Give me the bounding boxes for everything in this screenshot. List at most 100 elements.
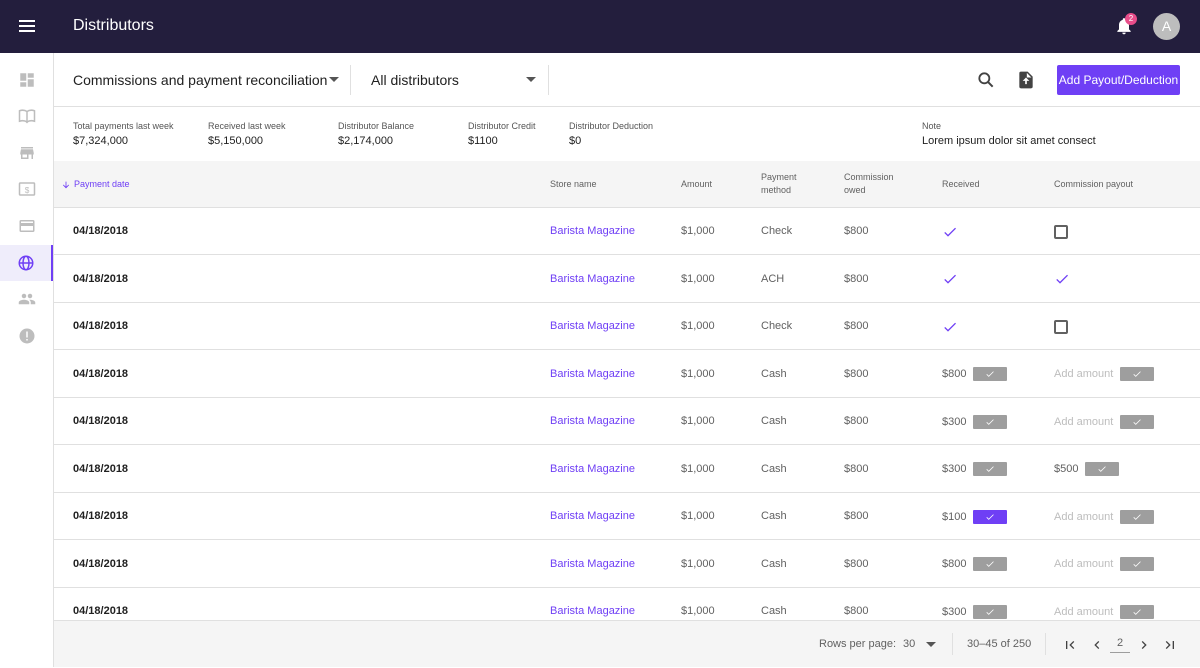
commission-payout-cell (1054, 208, 1068, 255)
credit-stat: Distributor Credit $1100 (468, 121, 536, 147)
nav-store[interactable] (0, 135, 53, 171)
stat-label: Distributor Balance (338, 121, 415, 131)
table-header: Payment date Store name Amount Payment m… (54, 161, 1200, 208)
commission-owed-cell: $800 (844, 557, 869, 570)
check-icon (1098, 466, 1107, 472)
received-amount[interactable]: $300 (942, 589, 966, 621)
nav-distributors[interactable] (0, 245, 53, 281)
column-header-payout[interactable]: Commission payout (1054, 178, 1133, 191)
menu-icon[interactable] (17, 17, 37, 35)
column-header-method[interactable]: Payment method (761, 171, 797, 197)
table-row[interactable]: 04/18/2018 Barista Magazine $1,000 Check $80… (54, 208, 1200, 255)
view-select-value: Commissions and payment reconciliation (73, 72, 328, 88)
table-row[interactable]: 04/18/2018 Barista Magazine $1,000 Cash $800… (54, 588, 1200, 620)
table-row[interactable]: 04/18/2018 Barista Magazine $1,000 Cash $800… (54, 493, 1200, 540)
store-name-link[interactable]: Barista Magazine (550, 256, 635, 303)
confirm-amount-button[interactable] (1120, 367, 1155, 381)
column-header-store[interactable]: Store name (550, 178, 597, 191)
received-amount[interactable]: $800 (942, 351, 966, 397)
payout-amount-input[interactable]: Add amount (1054, 494, 1113, 540)
confirm-amount-button[interactable] (973, 367, 1008, 381)
received-amount[interactable]: $800 (942, 541, 966, 587)
store-name-link[interactable]: Barista Magazine (550, 351, 635, 398)
nav-cards[interactable] (0, 208, 53, 244)
table-row[interactable]: 04/18/2018 Barista Magazine $1,000 Cash $800… (54, 398, 1200, 445)
first-page-icon[interactable] (1062, 637, 1078, 653)
store-icon (19, 147, 34, 159)
rows-per-page-value: 30 (903, 638, 916, 650)
last-page-icon[interactable] (1162, 637, 1178, 653)
nav-dashboard[interactable] (0, 62, 53, 98)
nav-people[interactable] (0, 281, 53, 317)
nav-catalog[interactable] (0, 98, 53, 134)
payout-amount-input[interactable]: Add amount (1054, 351, 1113, 397)
payout-checkbox[interactable] (1054, 319, 1068, 334)
confirm-amount-button[interactable] (1120, 414, 1155, 429)
table-row[interactable]: 04/18/2018 Barista Magazine $1,000 ACH $800 (54, 256, 1200, 303)
column-header-amount[interactable]: Amount (681, 178, 712, 191)
upload-file-icon[interactable] (1016, 70, 1036, 90)
payment-method-cell: Cash (761, 367, 787, 380)
check-icon (986, 608, 995, 615)
store-name-link[interactable]: Barista Magazine (550, 446, 635, 493)
notification-badge: 2 (1125, 13, 1137, 25)
payout-amount-input[interactable]: Add amount (1054, 399, 1113, 445)
confirm-amount-button[interactable] (1120, 509, 1155, 524)
column-header-received[interactable]: Received (942, 178, 980, 191)
confirm-amount-button[interactable] (1085, 462, 1120, 476)
confirm-amount-button[interactable] (1120, 557, 1155, 571)
payment-method-cell: Check (761, 225, 793, 237)
table-row[interactable]: 04/18/2018 Barista Magazine $1,000 Cash $800… (54, 351, 1200, 398)
avatar[interactable]: A (1153, 13, 1180, 40)
table-row[interactable]: 04/18/2018 Barista Magazine $1,000 Check $80… (54, 303, 1200, 350)
payout-checkbox[interactable] (1054, 224, 1068, 239)
table-row[interactable]: 04/18/2018 Barista Magazine $1,000 Cash $800… (54, 446, 1200, 493)
note-value: Lorem ipsum dolor sit amet consect (922, 135, 1096, 147)
payout-amount[interactable]: $500 (1054, 446, 1078, 492)
payment-method-cell: ACH (761, 272, 785, 285)
store-name-link[interactable]: Barista Magazine (550, 398, 635, 445)
arrow-down-icon (62, 181, 70, 188)
payment-method-cell: Cash (761, 510, 787, 522)
check-icon (986, 371, 995, 377)
page-number-input[interactable]: 2 (1110, 621, 1130, 653)
nav-alerts[interactable] (0, 318, 53, 354)
store-name-link[interactable]: Barista Magazine (550, 493, 635, 540)
divider (952, 633, 953, 655)
confirm-amount-button[interactable] (973, 414, 1008, 429)
search-icon[interactable] (976, 70, 996, 90)
payout-amount-input[interactable]: Add amount (1054, 541, 1113, 587)
table-row[interactable]: 04/18/2018 Barista Magazine $1,000 Cash $800… (54, 541, 1200, 588)
received-amount[interactable]: $300 (942, 446, 966, 492)
payout-amount-input[interactable]: Add amount (1054, 589, 1113, 621)
column-header-payment-date[interactable]: Payment date (61, 178, 130, 191)
received-cell (942, 303, 958, 350)
received-cell: $800 (942, 351, 1008, 398)
add-payout-deduction-button[interactable]: Add Payout/Deduction (1057, 65, 1180, 95)
rows-per-page-select[interactable]: 30 (903, 621, 937, 668)
globe-icon (18, 255, 33, 271)
confirm-amount-button[interactable] (973, 557, 1008, 571)
store-name-link[interactable]: Barista Magazine (550, 541, 635, 588)
confirm-amount-button[interactable] (973, 604, 1008, 619)
store-name-link[interactable]: Barista Magazine (550, 303, 635, 350)
store-name-link[interactable]: Barista Magazine (550, 208, 635, 255)
received-amount[interactable]: $300 (942, 399, 966, 445)
column-header-owed[interactable]: Commission owed (844, 171, 894, 197)
received-amount[interactable]: $100 (942, 494, 966, 540)
confirm-amount-button[interactable] (1120, 604, 1155, 619)
payment-date-cell: 04/18/2018 (73, 272, 129, 285)
received-cell: $800 (942, 541, 1008, 588)
nav-payments[interactable]: $ (0, 171, 53, 207)
confirm-amount-button[interactable] (973, 462, 1008, 476)
dashboard-icon (19, 73, 34, 87)
chevron-right-icon[interactable] (1136, 637, 1152, 653)
check-icon (1133, 418, 1142, 425)
distributor-select[interactable]: All distributors (371, 53, 546, 107)
chevron-left-icon[interactable] (1089, 637, 1105, 653)
view-select[interactable]: Commissions and payment reconciliation (73, 53, 348, 107)
store-name-link[interactable]: Barista Magazine (550, 588, 635, 620)
divider (350, 65, 351, 95)
confirm-amount-button[interactable] (973, 509, 1008, 524)
check-icon (1133, 371, 1142, 377)
